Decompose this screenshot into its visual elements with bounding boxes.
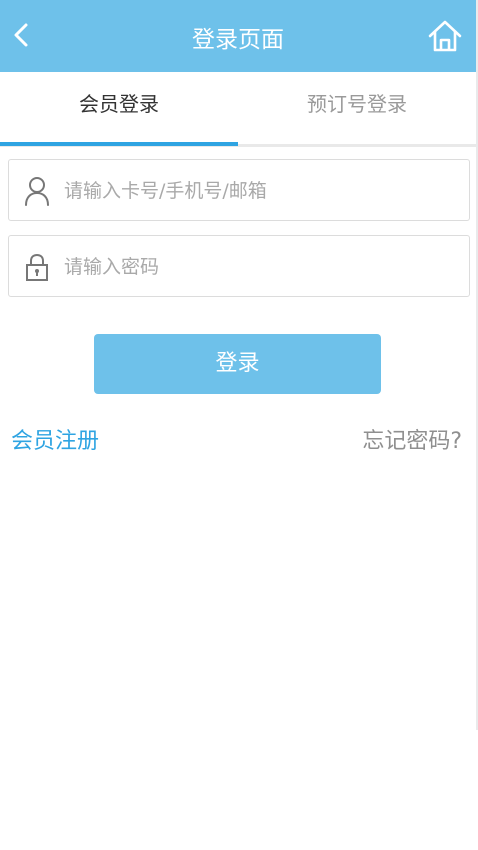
home-icon [428,20,462,52]
tab-booking-login[interactable]: 预订号登录 [238,72,476,144]
password-field[interactable] [8,235,470,298]
home-button[interactable] [426,16,464,56]
user-icon [25,177,49,206]
login-button[interactable]: 登录 [94,334,381,394]
password-input[interactable] [62,236,461,298]
header-bar: 登录页面 [0,0,476,72]
active-tab-indicator [0,142,238,146]
page-title: 登录页面 [192,27,284,53]
account-input[interactable] [62,160,461,222]
register-link[interactable]: 会员注册 [11,423,99,455]
login-page: 登录页面 会员登录 预订号登录 登录 会员注册 忘记密码? [0,0,478,730]
login-tabs: 会员登录 预订号登录 [0,72,476,147]
tab-member-login[interactable]: 会员登录 [0,72,238,144]
forgot-password-link[interactable]: 忘记密码? [362,423,462,455]
lock-icon [26,253,48,281]
account-field[interactable] [8,159,470,222]
